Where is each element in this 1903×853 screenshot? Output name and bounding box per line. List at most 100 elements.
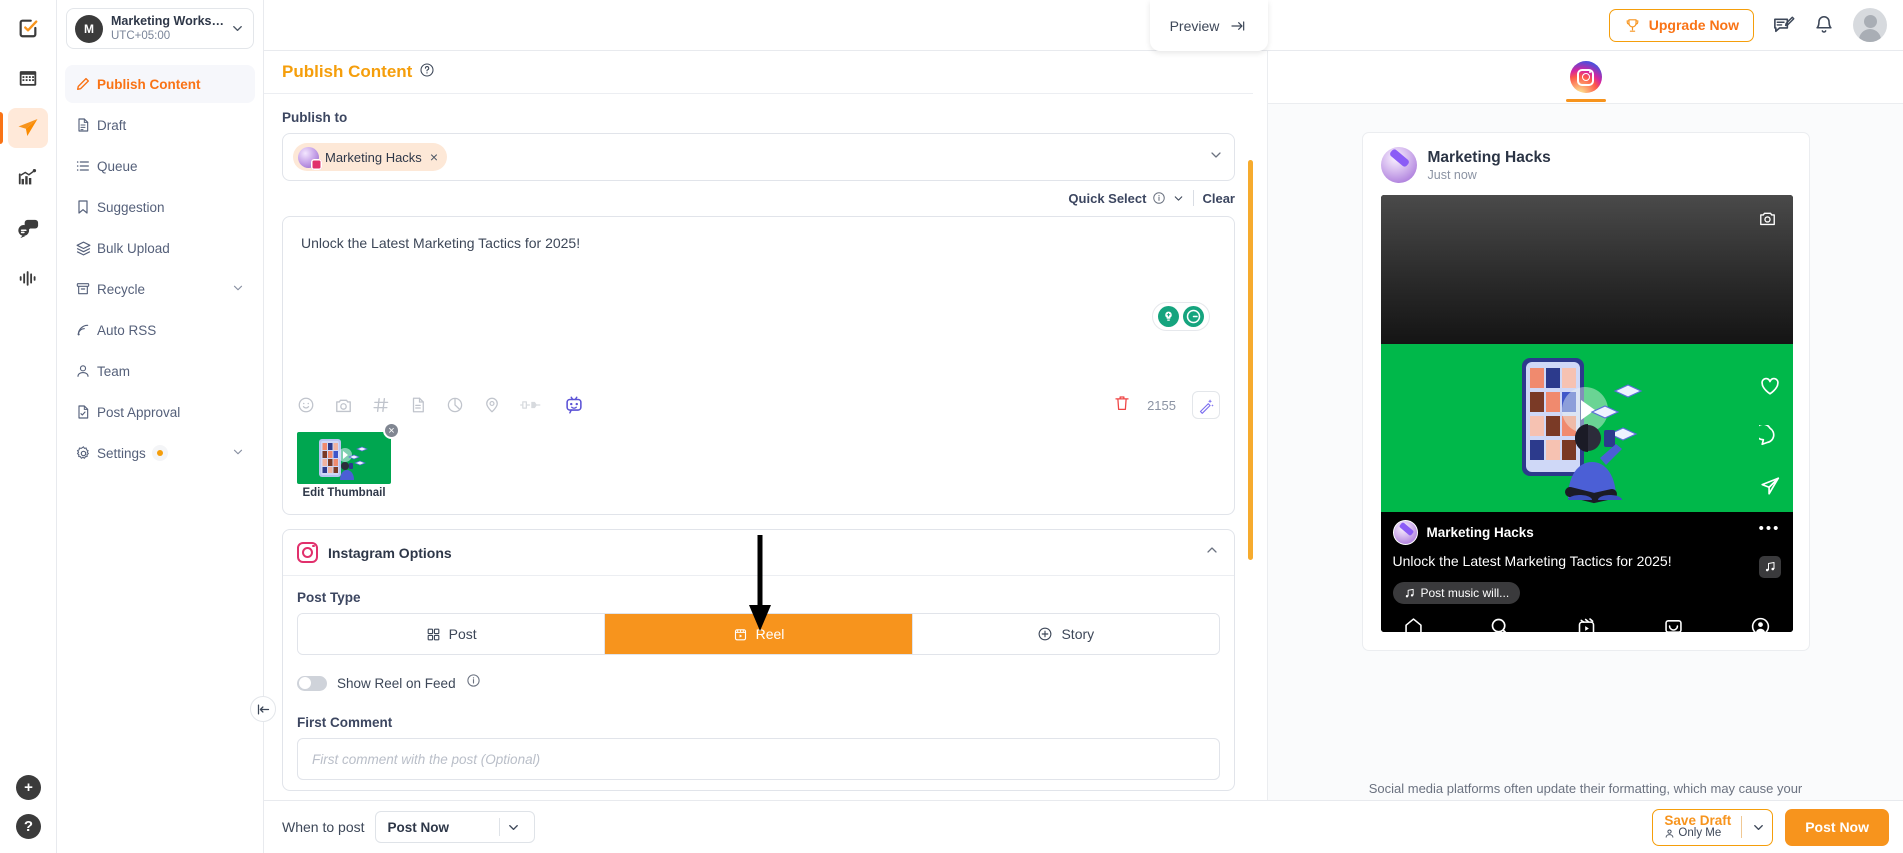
sidebar-item-settings[interactable]: Settings — [65, 434, 255, 472]
user-icon — [75, 363, 97, 379]
emoji-icon[interactable] — [297, 396, 315, 414]
tab-instagram[interactable] — [1565, 61, 1606, 102]
magic-wand-icon[interactable] — [1192, 391, 1220, 419]
user-icon — [1666, 829, 1674, 838]
trophy-icon — [1626, 18, 1639, 32]
rail-bottom-actions: + ? — [0, 775, 57, 839]
remove-thumbnail-button[interactable]: × — [383, 422, 400, 439]
feedback-icon — [1774, 16, 1795, 32]
media-attachments: Edit Thumbnail × — [282, 420, 1235, 515]
edit-thumbnail-button[interactable]: Edit Thumbnail — [297, 484, 391, 500]
collapse-sidebar-button[interactable] — [250, 696, 276, 722]
schedule-select[interactable]: Post Now — [374, 811, 535, 843]
first-comment-input[interactable]: First comment with the post (Optional) — [297, 738, 1220, 780]
rail-item-engage[interactable] — [8, 208, 48, 248]
clear-button[interactable]: Clear — [1202, 191, 1235, 206]
thumbnail-preview[interactable] — [297, 432, 391, 484]
chart-icon[interactable] — [446, 396, 464, 414]
profile-icon — [1750, 616, 1771, 632]
upgrade-now-button[interactable]: Upgrade Now — [1608, 8, 1754, 42]
chevron-down-icon[interactable] — [231, 281, 245, 298]
music-icon — [1758, 556, 1781, 578]
workspace-selector[interactable]: M Marketing Workspa... UTC+05:00 — [66, 8, 254, 49]
chevron-down-icon[interactable] — [500, 820, 528, 835]
sidebar-item-auto-rss[interactable]: Auto RSS — [65, 311, 255, 349]
close-icon[interactable]: × — [430, 149, 438, 165]
post-type-post[interactable]: Post — [298, 614, 606, 654]
document-icon[interactable] — [409, 396, 427, 414]
preview-media-illustration — [1380, 344, 1793, 512]
editor-toolbar-right: 2155 — [1113, 391, 1220, 419]
preview-label: Preview — [1169, 17, 1220, 34]
post-editor[interactable]: Unlock the Latest Marketing Tactics for … — [282, 216, 1235, 429]
ai-bot-icon[interactable] — [563, 394, 585, 416]
account-chip[interactable]: Marketing Hacks × — [293, 143, 447, 171]
sidebar-label: Suggestion — [97, 199, 165, 215]
avatar[interactable] — [1853, 8, 1887, 42]
instagram-icon — [1569, 61, 1602, 93]
preview-toggle-button[interactable]: Preview — [1150, 0, 1268, 51]
list-icon — [75, 158, 97, 174]
rail-item-analytics[interactable] — [8, 158, 48, 198]
writing-assistant-widget[interactable] — [1152, 302, 1210, 331]
workspace-name: Marketing Workspa... — [111, 14, 230, 28]
publish-to-field[interactable]: Marketing Hacks × — [282, 133, 1235, 181]
bookmark-icon — [75, 199, 97, 215]
share-icon — [1759, 475, 1781, 502]
calendar-icon — [19, 71, 37, 86]
chevron-down-icon[interactable] — [231, 445, 245, 462]
trash-icon[interactable] — [1113, 394, 1131, 417]
rail-item-calendar[interactable] — [8, 58, 48, 98]
save-draft-button[interactable]: Save Draft Only Me — [1652, 808, 1774, 846]
schedule-select-value: Post Now — [387, 819, 450, 835]
instagram-options-header[interactable]: Instagram Options — [283, 530, 1234, 576]
notifications-button[interactable] — [1813, 14, 1835, 36]
sidebar-item-post-approval[interactable]: Post Approval — [65, 393, 255, 431]
feedback-button[interactable] — [1772, 14, 1795, 37]
editor-content[interactable]: Unlock the Latest Marketing Tactics for … — [283, 217, 1234, 269]
post-type-reel[interactable]: Reel — [605, 614, 913, 654]
sidebar-item-publish-content[interactable]: Publish Content — [65, 65, 255, 103]
help-button[interactable]: ? — [16, 814, 41, 839]
chevron-down-icon[interactable] — [1208, 147, 1224, 168]
sidebar-item-suggestion[interactable]: Suggestion — [65, 188, 255, 226]
layers-icon — [75, 240, 97, 257]
question-circle-icon[interactable] — [419, 62, 435, 83]
location-icon[interactable] — [483, 396, 501, 414]
add-button[interactable]: + — [16, 775, 41, 800]
sidebar-item-recycle[interactable]: Recycle — [65, 270, 255, 308]
tasks-icon — [19, 19, 38, 38]
post-type-story[interactable]: Story — [912, 614, 1219, 654]
sidebar-label: Post Approval — [97, 404, 181, 420]
instagram-options-title: Instagram Options — [328, 544, 452, 561]
quick-select-button[interactable]: Quick Select — [1068, 191, 1185, 206]
camera-icon[interactable] — [334, 396, 353, 415]
rail-item-listening[interactable] — [8, 258, 48, 298]
preview-pane: Preview Marketing Hacks Just now Marketi… — [1150, 0, 1903, 800]
main-content: Publish Content Publish to Marketing Hac… — [264, 51, 1253, 853]
lightbulb-icon[interactable] — [1158, 306, 1179, 327]
rail-item-publish[interactable] — [0, 108, 48, 148]
post-now-button[interactable]: Post Now — [1785, 808, 1889, 846]
sidebar-item-queue[interactable]: Queue — [65, 147, 255, 185]
show-reel-toggle[interactable] — [297, 675, 327, 691]
save-draft-visibility: Only Me — [1664, 827, 1731, 840]
rail-item-tasks[interactable] — [8, 8, 48, 48]
chevron-down-icon[interactable] — [1746, 820, 1770, 835]
hashtag-icon[interactable] — [372, 396, 390, 414]
info-icon[interactable] — [466, 673, 481, 693]
music-icon — [1405, 588, 1414, 597]
content-scrollbar[interactable] — [1248, 160, 1253, 560]
thumbnail-item[interactable]: Edit Thumbnail × — [297, 422, 400, 500]
plug-icon[interactable] — [520, 397, 544, 413]
preview-timestamp: Just now — [1427, 167, 1477, 182]
sidebar-item-team[interactable]: Team — [65, 352, 255, 390]
chevron-up-icon[interactable] — [1204, 542, 1220, 563]
sidebar-item-draft[interactable]: Draft — [65, 106, 255, 144]
sidebar-item-bulk-upload[interactable]: Bulk Upload — [65, 229, 255, 267]
preview-side-actions: ••• — [1754, 375, 1781, 578]
preview-account-name: Marketing Hacks — [1427, 148, 1551, 166]
avatar — [1392, 520, 1418, 545]
grammarly-icon[interactable] — [1183, 306, 1204, 327]
quick-select-row: Quick Select Clear — [282, 190, 1235, 206]
